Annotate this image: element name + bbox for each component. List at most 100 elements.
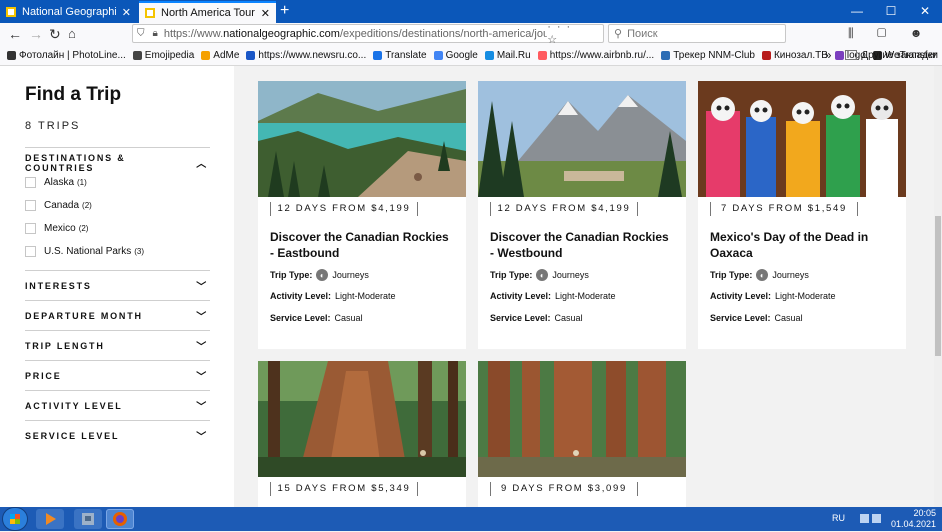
- trip-image[interactable]: [698, 81, 906, 197]
- tab-north-america-tours[interactable]: North America Tours: USA, Ca ✕: [139, 1, 276, 23]
- destination-option[interactable]: Canada (2): [25, 200, 92, 211]
- trip-type-row: Trip Type: ◐ Journeys: [270, 269, 369, 281]
- checkbox[interactable]: [25, 200, 36, 211]
- trip-title[interactable]: Discover the Canadian Rockies - Eastboun…: [270, 229, 454, 261]
- trip-title[interactable]: Discover the Canadian Rockies - Westboun…: [490, 229, 674, 261]
- bookmark-favicon-icon: [537, 50, 547, 60]
- trip-title[interactable]: Mexico's Day of the Dead in Oaxaca: [710, 229, 894, 261]
- filter-activity-level[interactable]: ACTIVITY LEVEL ﹀: [25, 390, 210, 420]
- bookmark-item[interactable]: Фотолайн | PhotoLine...: [7, 50, 126, 61]
- reload-icon[interactable]: ↻: [49, 25, 61, 43]
- filter-trip-length[interactable]: TRIP LENGTH ﹀: [25, 330, 210, 360]
- bookmark-item[interactable]: Translate: [373, 50, 427, 61]
- filter-interests[interactable]: INTERESTS ﹀: [25, 270, 210, 300]
- windows-taskbar: RU 20:05 01.04.2021: [0, 507, 942, 531]
- destination-option[interactable]: Alaska (1): [25, 177, 87, 188]
- service-level-row: Service Level: Casual: [270, 313, 363, 323]
- other-bookmarks[interactable]: » Другие закладки: [825, 48, 938, 62]
- trip-card[interactable]: 9 DAYS FROM $3,099: [478, 361, 686, 507]
- trip-card[interactable]: 12 DAYS FROM $4,199 Discover the Canadian…: [478, 81, 686, 349]
- media-player-icon[interactable]: [36, 509, 64, 529]
- search-input[interactable]: ⚲ Поиск: [608, 24, 786, 43]
- chevron-down-icon[interactable]: ﹀: [196, 368, 208, 383]
- bookmark-item[interactable]: Emojipedia: [132, 50, 194, 61]
- close-window-icon[interactable]: ✕: [908, 0, 942, 23]
- chevron-more-icon[interactable]: »: [825, 48, 832, 62]
- bookmark-favicon-icon: [373, 50, 383, 60]
- trip-card[interactable]: 12 DAYS FROM $4,199 Discover the Canadian…: [258, 81, 466, 349]
- activity-level-row: Activity Level: Light-Moderate: [490, 291, 616, 301]
- trip-image[interactable]: [258, 81, 466, 197]
- trip-card[interactable]: 7 DAYS FROM $1,549 Mexico's Day of the De…: [698, 81, 906, 349]
- photo-app-icon[interactable]: [74, 509, 102, 529]
- tab-national-geographic[interactable]: National Geographic ✕: [0, 1, 137, 23]
- trip-duration-price: 12 DAYS FROM $4,199: [270, 202, 418, 216]
- journeys-icon: ◐: [536, 269, 549, 281]
- tab-strip: National Geographic ✕ North America Tour…: [0, 0, 942, 23]
- chevron-down-icon[interactable]: ﹀: [196, 398, 208, 413]
- trip-count: 8 TRIPS: [25, 120, 81, 132]
- journeys-icon: ◐: [756, 269, 769, 281]
- trip-image[interactable]: [478, 81, 686, 197]
- filter-service-level[interactable]: SERVICE LEVEL ﹀: [25, 420, 210, 450]
- bookmark-item[interactable]: Mail.Ru: [484, 50, 531, 61]
- scrollbar[interactable]: [934, 66, 942, 507]
- bookmark-item[interactable]: https://www.newsru.co...: [246, 50, 366, 61]
- chevron-down-icon[interactable]: ﹀: [196, 308, 208, 323]
- lock-icon[interactable]: 🔒︎: [153, 28, 158, 39]
- trip-image[interactable]: [258, 361, 466, 477]
- network-icon[interactable]: [872, 514, 881, 523]
- home-icon[interactable]: ⌂: [68, 25, 76, 43]
- trip-duration-price: 9 DAYS FROM $3,099: [490, 482, 638, 496]
- chevron-down-icon[interactable]: ﹀: [196, 428, 208, 443]
- page-actions-icon[interactable]: ··· ☆: [547, 21, 597, 46]
- bookmark-item[interactable]: AdMe: [201, 50, 239, 61]
- bookmark-favicon-icon: [761, 50, 771, 60]
- filter-departure-month[interactable]: DEPARTURE MONTH ﹀: [25, 300, 210, 330]
- bookmarks-toolbar: Фотолайн | PhotoLine... Emojipedia AdMe htt…: [0, 45, 942, 66]
- address-bar[interactable]: ⛉ 🔒︎ https://www.nationalgeographic.com/…: [132, 21, 604, 46]
- destination-option[interactable]: U.S. National Parks (3): [25, 246, 144, 257]
- page-title: Find a Trip: [25, 84, 122, 105]
- service-level-row: Service Level: Casual: [710, 313, 803, 323]
- bookmark-favicon-icon: [433, 50, 443, 60]
- tray-arrow-icon[interactable]: [860, 514, 869, 523]
- filter-destinations[interactable]: DESTINATIONS & COUNTRIES ︿: [25, 147, 210, 177]
- minimize-icon[interactable]: —: [840, 0, 874, 23]
- bookmark-item[interactable]: Кинозал.ТВ: [761, 50, 828, 61]
- window-controls: — ☐ ✕: [840, 0, 942, 23]
- trip-duration-price: 7 DAYS FROM $1,549: [710, 202, 858, 216]
- clock[interactable]: 20:05 01.04.2021: [891, 508, 936, 530]
- url-text[interactable]: https://www.nationalgeographic.com/exped…: [164, 28, 547, 40]
- bookmark-item[interactable]: Google: [433, 50, 478, 61]
- natgeo-favicon-icon: [6, 7, 16, 17]
- filter-price[interactable]: PRICE ﹀: [25, 360, 210, 390]
- checkbox[interactable]: [25, 223, 36, 234]
- navigation-toolbar: ← → ↻ ⌂ ⛉ 🔒︎ https://www.nationalgeograp…: [0, 21, 942, 55]
- scrollbar-thumb[interactable]: [935, 216, 941, 356]
- tracking-shield-icon[interactable]: ⛉: [137, 28, 145, 39]
- new-tab-button[interactable]: +: [280, 2, 289, 20]
- maximize-icon[interactable]: ☐: [874, 0, 908, 23]
- trip-image[interactable]: [478, 361, 686, 477]
- chevron-up-icon[interactable]: ︿: [196, 155, 208, 170]
- bookmark-item[interactable]: https://www.airbnb.ru/...: [537, 50, 654, 61]
- bookmark-favicon-icon: [661, 50, 671, 60]
- bookmark-item[interactable]: Трекер NNM-Club: [661, 50, 755, 61]
- service-level-row: Service Level: Casual: [490, 313, 583, 323]
- language-indicator[interactable]: RU: [832, 513, 845, 523]
- folder-icon: [845, 50, 858, 60]
- destination-option[interactable]: Mexico (2): [25, 223, 88, 234]
- trip-card[interactable]: 15 DAYS FROM $5,349: [258, 361, 466, 507]
- forward-icon[interactable]: →: [29, 25, 43, 43]
- checkbox[interactable]: [25, 246, 36, 257]
- trip-duration-price: 15 DAYS FROM $5,349: [270, 482, 418, 496]
- start-button[interactable]: [3, 508, 27, 530]
- firefox-icon[interactable]: [106, 509, 134, 529]
- chevron-down-icon[interactable]: ﹀: [196, 278, 208, 293]
- chevron-down-icon[interactable]: ﹀: [196, 338, 208, 353]
- close-tab-icon[interactable]: ✕: [122, 6, 131, 19]
- back-icon[interactable]: ←: [8, 25, 22, 43]
- close-tab-icon[interactable]: ✕: [261, 7, 270, 20]
- checkbox[interactable]: [25, 177, 36, 188]
